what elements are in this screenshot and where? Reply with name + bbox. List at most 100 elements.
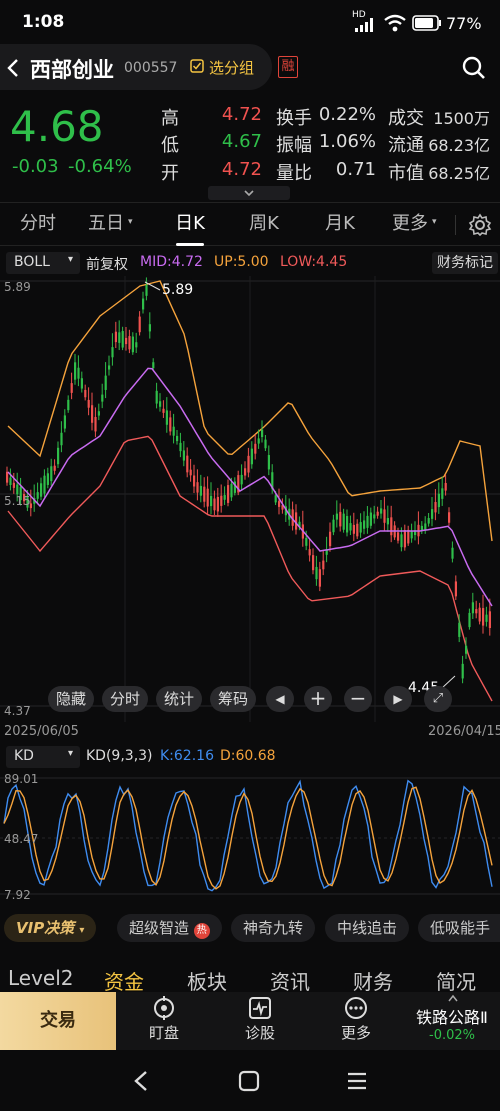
candle [131, 336, 134, 353]
candle [257, 438, 260, 444]
finance-marker-button[interactable]: 财务标记 [432, 252, 498, 274]
tab-more[interactable]: 更多 [386, 203, 434, 247]
candle [74, 362, 77, 380]
candle [199, 485, 202, 496]
scroll-left-button[interactable]: ◀ [266, 686, 294, 712]
candle [135, 342, 138, 348]
signal-icon [355, 18, 373, 32]
fullscreen-button[interactable]: ⤢ [424, 686, 452, 712]
back-nav-icon[interactable] [132, 1070, 152, 1092]
candle [267, 455, 270, 470]
feature-magic-nine[interactable]: 神奇九转 [231, 914, 316, 942]
candle [128, 336, 131, 350]
low-label: 低 [161, 135, 179, 156]
candle [386, 518, 389, 525]
candle [468, 612, 471, 628]
candle [186, 455, 189, 473]
candle [46, 473, 49, 485]
pulse-icon [249, 997, 271, 1019]
tab-weekly-k[interactable]: 周K [234, 203, 294, 247]
tab-financials[interactable]: 财务 [353, 966, 393, 995]
high-value: 4.72 [221, 104, 262, 125]
indicator-selector[interactable]: BOLL ▾ [6, 252, 80, 274]
candle [125, 337, 128, 345]
volume-ratio-value: 0.71 [335, 159, 376, 180]
expand-button[interactable] [208, 186, 290, 200]
vip-decision-button[interactable]: VIP决策 ▾ [4, 914, 97, 942]
diagnose-button[interactable]: 诊股 [212, 992, 308, 1050]
kd-svg [0, 777, 500, 895]
kd-d-value: D:60.68 [220, 748, 276, 764]
intraday-overlay-button[interactable]: 分时 [102, 686, 148, 712]
candle [142, 298, 145, 310]
candle [376, 511, 379, 516]
tab-daily-k[interactable]: 日K [160, 203, 220, 247]
candle [118, 332, 121, 343]
candle [295, 512, 298, 530]
tab-five-day[interactable]: 五日 [84, 203, 128, 247]
candle [114, 331, 117, 343]
status-bar: 1:08 HD 77% [0, 0, 500, 44]
feature-dip-buyer[interactable]: 低吸能手 [418, 914, 500, 942]
candle [63, 415, 66, 429]
kd-chart[interactable]: 89.01 48.47 7.92 [0, 770, 500, 906]
zoom-in-button[interactable]: + [304, 686, 332, 712]
gear-icon[interactable] [468, 213, 492, 237]
tab-sector[interactable]: 板块 [187, 966, 227, 995]
kd-selector[interactable]: KD ▾ [6, 746, 80, 768]
boll-low: LOW:4.45 [280, 254, 348, 270]
trade-button[interactable]: 交易 [0, 992, 116, 1050]
high-label: 高 [161, 108, 179, 129]
open-label: 开 [161, 163, 179, 184]
feature-label: 超级智造 [129, 919, 190, 937]
feature-midline-chase[interactable]: 中线追击 [325, 914, 410, 942]
margin-badge: 融 [278, 56, 298, 78]
date-start: 2025/06/05 [4, 724, 79, 739]
candle [400, 534, 403, 548]
tab-profile[interactable]: 简况 [436, 966, 476, 995]
candle [434, 501, 437, 513]
kd-params: KD(9,3,3) [86, 748, 153, 764]
more-icon [345, 997, 367, 1019]
date-axis: 2025/06/05 2026/04/15 [0, 722, 500, 742]
tab-intraday[interactable]: 分时 [8, 203, 68, 247]
feature-super-smart[interactable]: 超级智造 热 [117, 914, 222, 942]
menu-nav-icon[interactable] [346, 1070, 368, 1092]
candle [152, 362, 155, 369]
five-day-dropdown-icon: ▾ [128, 217, 133, 227]
candle [437, 493, 440, 508]
tab-funds[interactable]: 资金 [104, 966, 144, 995]
watch-button[interactable]: 盯盘 [116, 992, 212, 1050]
tab-level2[interactable]: Level2 [8, 966, 74, 990]
candle [203, 486, 206, 502]
statistics-button[interactable]: 统计 [156, 686, 202, 712]
candle [403, 530, 406, 548]
tab-news[interactable]: 资讯 [270, 966, 310, 995]
related-sector-name: 铁路公路Ⅱ [416, 1008, 488, 1027]
home-nav-icon[interactable] [238, 1070, 260, 1092]
status-time: 1:08 [22, 12, 65, 32]
candle [104, 375, 107, 390]
candle [12, 482, 15, 488]
quote-panel: 4.68 -0.03 -0.64% 高 4.72 换手 0.22% 成交 150… [0, 96, 500, 200]
chips-button[interactable]: 筹码 [210, 686, 256, 712]
more-button[interactable]: 更多 [308, 992, 404, 1050]
candle [230, 483, 233, 498]
tab-monthly-k[interactable]: 月K [310, 203, 370, 247]
candle [352, 524, 355, 534]
hide-button[interactable]: 隐藏 [48, 686, 94, 712]
boll-up: UP:5.00 [214, 254, 269, 270]
candle [380, 508, 383, 514]
scroll-right-button[interactable]: ▶ [384, 686, 412, 712]
candle [390, 517, 393, 536]
candle [451, 547, 454, 559]
related-sector-button[interactable]: 铁路公路Ⅱ -0.02% [404, 992, 500, 1050]
search-icon[interactable] [461, 55, 487, 81]
candle [346, 516, 349, 533]
adjust-mode[interactable]: 前复权 [86, 254, 128, 274]
candle [308, 549, 311, 556]
zoom-out-button[interactable]: − [344, 686, 372, 712]
back-icon[interactable] [6, 58, 20, 78]
candle [261, 429, 264, 438]
kline-chart[interactable]: 5.89 5.15 4.37 5.89 4.45 隐藏 分时 统计 筹码 ◀ +… [0, 276, 500, 722]
